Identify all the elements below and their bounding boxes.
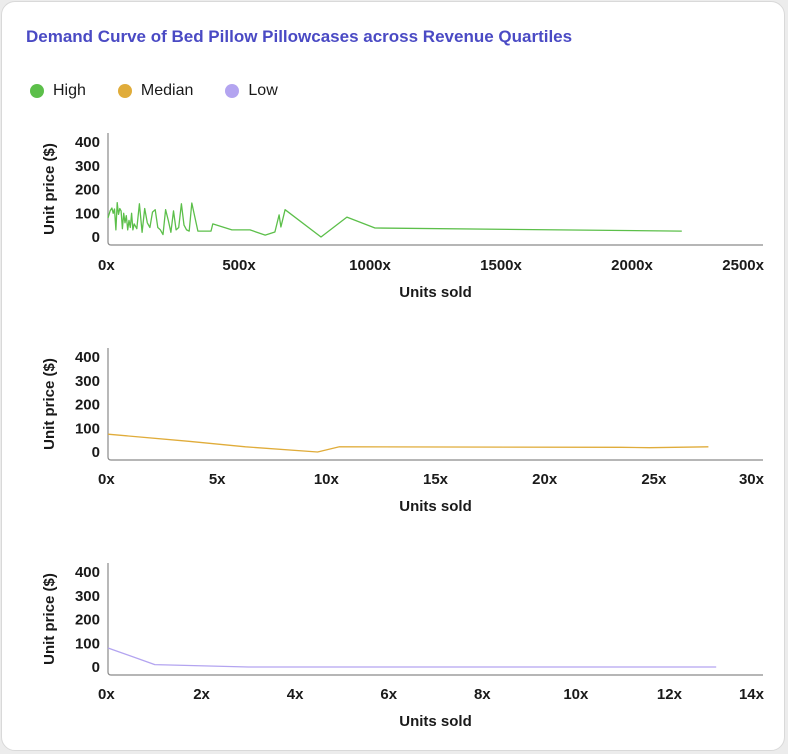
high-xtick-label: 2500x [722, 257, 764, 274]
median-xtick-label: 15x [423, 471, 449, 488]
median-ytick-label: 200 [75, 397, 100, 414]
low-xtick-label: 6x [380, 686, 397, 703]
high-series-line [107, 201, 682, 238]
high-xtick-label: 500x [222, 257, 256, 274]
median-x-axis-label: Units sold [399, 498, 472, 515]
low-xtick-label: 4x [287, 686, 304, 703]
low-axes [107, 563, 763, 676]
median-xtick-label: 5x [209, 471, 226, 488]
high-ytick-label: 400 [75, 134, 100, 151]
median-xtick-label: 25x [641, 471, 667, 488]
low-ytick-label: 200 [75, 612, 100, 629]
high-ytick-label: 100 [75, 205, 100, 222]
high-xtick-label: 0x [98, 257, 115, 274]
high-ytick-label: 300 [75, 158, 100, 175]
low-xtick-label: 12x [657, 686, 683, 703]
high-xtick-label: 2000x [611, 257, 653, 274]
low-ytick-label: 400 [75, 564, 100, 581]
low-xtick-label: 10x [563, 686, 589, 703]
low-xtick-label: 0x [98, 686, 115, 703]
low-y-axis-label: Unit price ($) [41, 573, 58, 665]
high-x-axis-label: Units sold [399, 284, 472, 301]
median-series-line [107, 433, 709, 453]
low-ytick-label: 100 [75, 635, 100, 652]
median-xtick-label: 20x [532, 471, 558, 488]
high-ytick-label: 0 [92, 229, 100, 246]
median-y-axis-label: Unit price ($) [41, 358, 58, 450]
low-xtick-label: 2x [193, 686, 210, 703]
high-y-axis-label: Unit price ($) [41, 143, 58, 235]
median-xtick-label: 0x [98, 471, 115, 488]
median-xtick-label: 30x [739, 471, 765, 488]
high-ytick-label: 200 [75, 182, 100, 199]
low-series-line [107, 647, 717, 668]
median-ytick-label: 0 [92, 444, 100, 461]
low-ytick-label: 0 [92, 659, 100, 676]
low-xtick-label: 8x [474, 686, 491, 703]
low-x-axis-label: Units sold [399, 713, 472, 730]
median-xtick-label: 10x [314, 471, 340, 488]
low-xtick-label: 14x [739, 686, 765, 703]
high-xtick-label: 1500x [480, 257, 522, 274]
median-ytick-label: 100 [75, 420, 100, 437]
charts-svg: 01002003004000x 500x 1000x 1500x 2000x 2500xU… [41, 133, 765, 730]
median-ytick-label: 400 [75, 349, 100, 366]
low-ytick-label: 300 [75, 588, 100, 605]
median-ytick-label: 300 [75, 373, 100, 390]
high-xtick-label: 1000x [349, 257, 391, 274]
